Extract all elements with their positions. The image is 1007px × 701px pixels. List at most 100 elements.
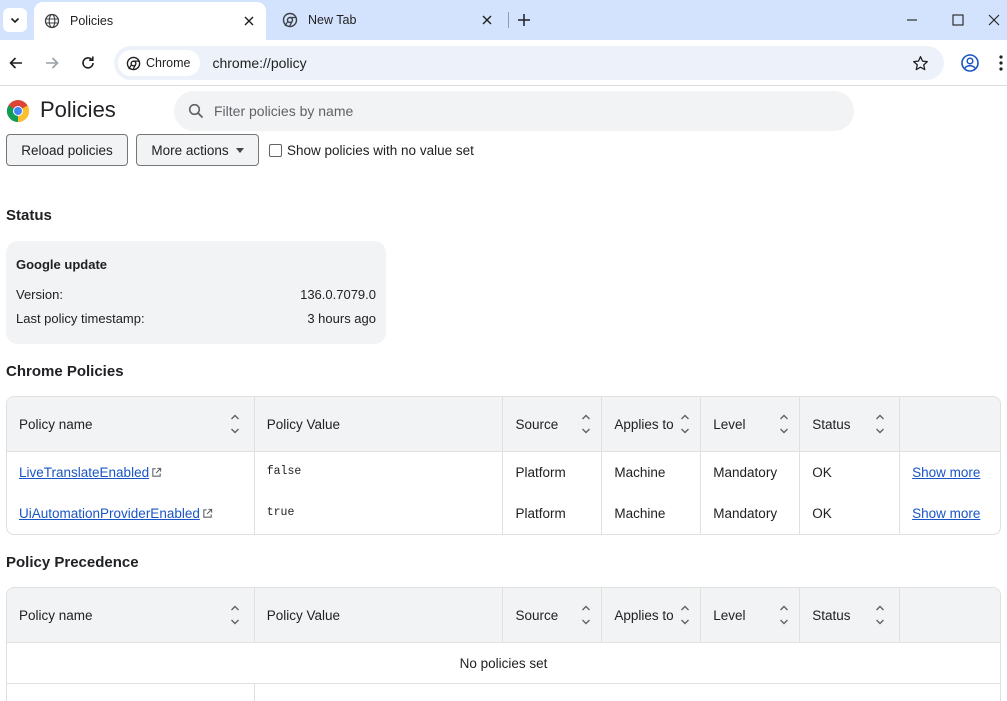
sort-icon[interactable]	[680, 603, 690, 627]
sort-icon[interactable]	[875, 412, 885, 436]
status-section-title: Status	[6, 207, 52, 224]
column-header-level[interactable]: Level	[701, 588, 801, 643]
show-unset-toggle[interactable]: Show policies with no value set	[269, 143, 474, 158]
policy-value-cell	[255, 684, 504, 701]
status-label: Version:	[16, 287, 63, 302]
reload-icon	[82, 56, 94, 69]
column-header-applies-to[interactable]: Applies to	[602, 588, 702, 643]
sort-icon[interactable]	[581, 412, 591, 436]
page-title: Policies	[40, 97, 116, 122]
column-header-source[interactable]: Source	[503, 397, 603, 452]
arrow-forward-icon	[46, 57, 59, 69]
sort-icon[interactable]	[779, 412, 789, 436]
column-header-source[interactable]: Source	[503, 588, 603, 643]
url-text[interactable]: chrome://policy	[212, 55, 306, 71]
show-more-link[interactable]: Show more	[912, 465, 980, 480]
caret-down-icon	[235, 147, 244, 153]
more-actions-button[interactable]: More actions	[136, 134, 259, 166]
status-value: 136.0.7079.0	[300, 287, 376, 302]
status-cell: OK	[800, 452, 901, 493]
level-cell: Mandatory	[701, 493, 801, 534]
actions-cell: Show more	[900, 493, 1000, 534]
level-cell: Mandatory	[701, 452, 801, 493]
profile-button[interactable]	[958, 51, 982, 75]
tab-search-button[interactable]	[3, 8, 27, 32]
table-header: Policy name Policy Value Source Applies …	[7, 397, 1000, 452]
site-info-chip[interactable]: Chrome	[118, 50, 201, 76]
reload-button[interactable]	[76, 51, 100, 75]
site-chip-label: Chrome	[146, 56, 191, 70]
chrome-icon	[126, 56, 141, 70]
policy-name-cell: UiAutomationProviderEnabled	[7, 493, 255, 534]
sort-icon[interactable]	[230, 412, 240, 436]
column-label: Source	[515, 608, 559, 623]
table-row: UiAutomationProviderEnabled true Platfor…	[7, 493, 1000, 534]
chrome-logo	[6, 100, 30, 122]
column-header-policy-name[interactable]: Policy name	[7, 588, 255, 643]
column-header-applies-to[interactable]: Applies to	[602, 397, 702, 452]
bookmark-button[interactable]	[908, 51, 932, 75]
column-label: Policy name	[19, 608, 93, 623]
status-row-timestamp: Last policy timestamp: 3 hours ago	[16, 311, 376, 326]
show-more-link[interactable]: Show more	[912, 506, 980, 521]
back-button[interactable]	[4, 51, 28, 75]
maximize-button[interactable]	[935, 0, 981, 40]
search-icon	[188, 103, 204, 119]
policy-value-cell: false	[255, 452, 504, 493]
column-label: Source	[515, 417, 559, 432]
sort-icon[interactable]	[875, 603, 885, 627]
column-label: Level	[713, 608, 746, 623]
tab-new-tab[interactable]: New Tab	[272, 0, 504, 40]
policy-name-link[interactable]: UiAutomationProviderEnabled	[19, 506, 200, 521]
sort-icon[interactable]	[581, 603, 591, 627]
sort-icon[interactable]	[779, 603, 789, 627]
chrome-policies-table: Policy name Policy Value Source Applies …	[6, 396, 1001, 535]
table-row	[7, 684, 1000, 701]
close-icon	[482, 15, 492, 25]
policy-precedence-title: Policy Precedence	[6, 554, 139, 571]
chrome-policies-title: Chrome Policies	[6, 363, 124, 380]
close-window-button[interactable]	[981, 0, 1007, 40]
policy-page: Policies Reload policies More actions Sh…	[0, 87, 1007, 701]
column-header-level[interactable]: Level	[701, 397, 801, 452]
chrome-icon	[282, 12, 298, 28]
tab-title: Policies	[70, 14, 114, 28]
filter-box[interactable]	[174, 91, 854, 131]
column-header-policy-value: Policy Value	[255, 397, 504, 452]
table-header: Policy name Policy Value Source Applies …	[7, 588, 1000, 643]
address-bar[interactable]: Chrome chrome://policy	[114, 46, 944, 80]
sort-icon[interactable]	[230, 603, 240, 627]
menu-button[interactable]	[994, 51, 1007, 75]
column-label: Applies to	[614, 608, 674, 623]
status-cell: OK	[800, 493, 901, 534]
close-tab-button[interactable]	[238, 10, 260, 32]
column-header-status[interactable]: Status	[800, 588, 901, 643]
close-icon	[988, 14, 1000, 26]
policy-name-cell	[7, 684, 255, 701]
tab-policies[interactable]: Policies	[34, 2, 266, 40]
new-tab-button[interactable]	[512, 8, 536, 32]
column-header-actions	[900, 397, 1000, 452]
status-label: Last policy timestamp:	[16, 311, 145, 326]
forward-button[interactable]	[40, 51, 64, 75]
maximize-icon	[952, 14, 964, 26]
table-row: LiveTranslateEnabled false Platform Mach…	[7, 452, 1000, 493]
policy-precedence-table: Policy name Policy Value Source Applies …	[6, 587, 1001, 701]
policy-name-link[interactable]: LiveTranslateEnabled	[19, 465, 149, 480]
filter-input[interactable]	[214, 103, 814, 119]
tab-separator	[508, 12, 509, 28]
column-label: Status	[812, 608, 851, 623]
source-cell: Platform	[503, 452, 603, 493]
show-unset-checkbox[interactable]	[269, 144, 282, 157]
column-label: Level	[713, 417, 746, 432]
column-header-policy-name[interactable]: Policy name	[7, 397, 255, 452]
toolbar: Chrome chrome://policy	[0, 40, 1007, 86]
sort-icon[interactable]	[680, 412, 690, 436]
column-header-status[interactable]: Status	[800, 397, 901, 452]
close-tab-button[interactable]	[476, 9, 498, 31]
minimize-button[interactable]	[889, 0, 935, 40]
reload-policies-button[interactable]: Reload policies	[6, 134, 128, 166]
star-icon	[912, 55, 928, 70]
plus-icon	[518, 14, 530, 26]
column-label: Policy Value	[266, 608, 341, 623]
